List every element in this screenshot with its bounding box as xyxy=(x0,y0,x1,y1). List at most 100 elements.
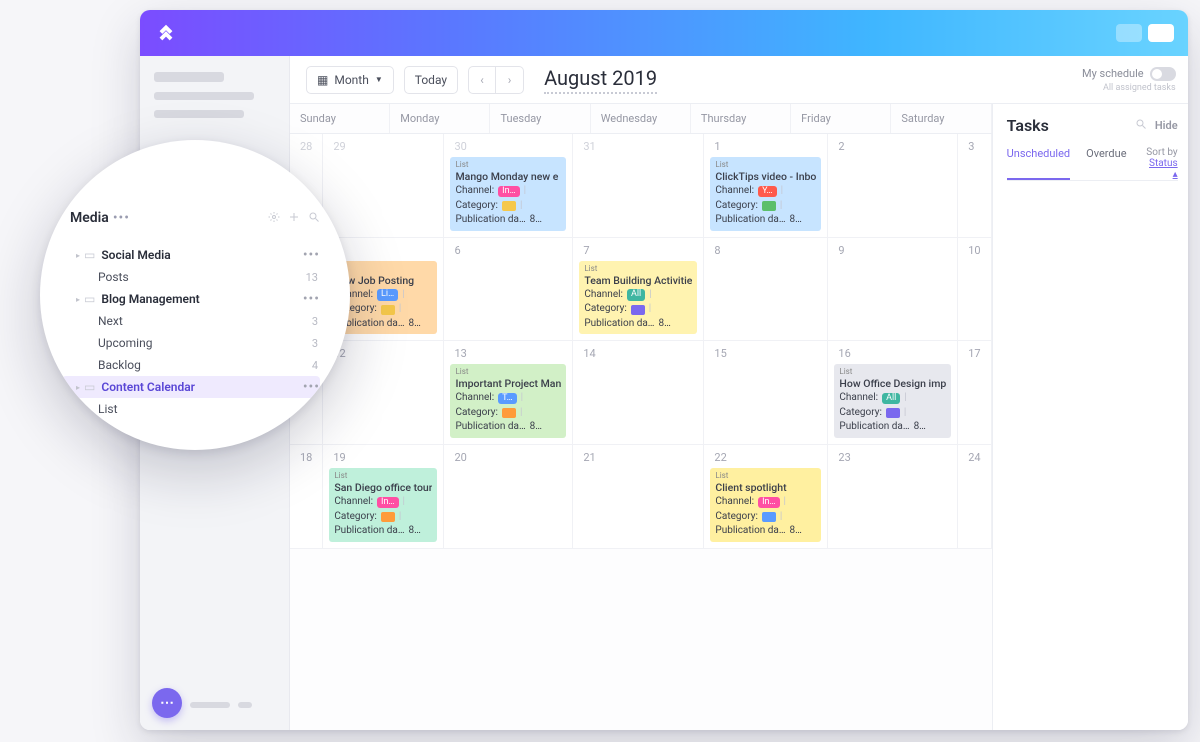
next-button[interactable]: › xyxy=(496,66,524,94)
calendar-cell[interactable]: 23 xyxy=(828,445,958,549)
calendar-cell[interactable]: 10 xyxy=(958,238,991,342)
calendar-icon: ▦ xyxy=(317,73,328,87)
calendar-body: 28 29 30ListMango Monday new eChannel:In…|… xyxy=(290,134,992,549)
event-category-chip xyxy=(762,201,776,211)
day-number: 22 xyxy=(708,449,823,466)
calendar-cell[interactable]: 6 xyxy=(444,238,573,342)
day-number: 14 xyxy=(577,345,699,362)
calendar-cell[interactable]: 24 xyxy=(958,445,991,549)
gear-icon[interactable] xyxy=(268,211,280,226)
calendar-cell[interactable]: 13ListImportant Project ManChannel:T…|Ca… xyxy=(444,341,573,445)
event-channel-chip: All xyxy=(882,393,900,404)
zoom-space-header: Media ••• xyxy=(70,210,320,226)
calendar-grid: SundayMondayTuesdayWednesdayThursdayFrid… xyxy=(290,104,992,730)
calendar-cell[interactable]: 2 xyxy=(828,134,958,238)
day-number: 10 xyxy=(962,242,986,259)
more-icon[interactable]: ••• xyxy=(303,291,320,307)
day-number: 29 xyxy=(327,138,439,155)
tab-unscheduled[interactable]: Unscheduled xyxy=(1007,147,1071,180)
view-switch-button[interactable]: ▦ Month ▼ xyxy=(306,66,394,94)
day-number: 7 xyxy=(577,242,699,259)
calendar-cell[interactable]: 18 xyxy=(290,445,323,549)
prev-button[interactable]: ‹ xyxy=(468,66,496,94)
calendar-cell[interactable]: 7 ListTeam Building ActivitieChannel:All|… xyxy=(573,238,704,342)
calendar-cell[interactable]: 30ListMango Monday new eChannel:In…|Cate… xyxy=(444,134,573,238)
calendar-event[interactable]: ListSan Diego office tourChannel:In…|Cat… xyxy=(329,468,437,542)
day-number: 8 xyxy=(708,242,823,259)
topbar-pill-1[interactable] xyxy=(1116,24,1142,42)
event-category-chip xyxy=(886,408,900,418)
tasks-hide-button[interactable]: Hide xyxy=(1155,119,1178,132)
tasks-heading: Tasks xyxy=(1007,116,1049,135)
event-channel-chip: All xyxy=(627,289,645,300)
calendar-event[interactable]: ListClient spotlightChannel:In…|Category… xyxy=(710,468,821,542)
calendar-event[interactable]: ListHow Office Design impChannel:All|Cat… xyxy=(834,364,951,438)
event-category-chip xyxy=(762,512,776,522)
day-number: 3 xyxy=(962,138,986,155)
event-channel-chip: Y… xyxy=(758,186,777,197)
event-channel-chip: T… xyxy=(498,393,516,404)
calendar-cell[interactable]: 21 xyxy=(573,445,704,549)
sidebar-item[interactable]: Next3 xyxy=(68,310,320,332)
tasks-sort[interactable]: Sort by Status ▴ xyxy=(1143,147,1178,180)
more-icon[interactable]: ••• xyxy=(113,210,130,226)
calendar-cell[interactable]: 17 xyxy=(958,341,991,445)
chevron-down-icon: ▼ xyxy=(375,75,383,84)
sidebar-item[interactable]: Upcoming3 xyxy=(68,332,320,354)
calendar-event[interactable]: ListTeam Building ActivitieChannel:All|C… xyxy=(579,261,697,335)
app-logo-icon xyxy=(154,21,178,45)
event-title: How Office Design imp xyxy=(839,377,946,390)
sidebar-item[interactable]: Backlog4 xyxy=(68,354,320,376)
event-channel-label: Channel: xyxy=(839,392,878,405)
event-list-tag: List xyxy=(455,367,561,377)
calendar-cell[interactable]: 1ListClickTips video - InboChannel:Y…|Ca… xyxy=(704,134,828,238)
day-number: 12 xyxy=(327,345,439,362)
calendar-cell[interactable]: 20 xyxy=(444,445,573,549)
calendar-cell[interactable]: 3 xyxy=(958,134,991,238)
more-icon[interactable]: ••• xyxy=(303,247,320,263)
dow-label: Thursday xyxy=(691,104,791,133)
sidebar-item-content-calendar[interactable]: ▸▭Content Calendar••• xyxy=(62,376,320,398)
chevron-right-icon: ▸ xyxy=(76,295,80,304)
nav-buttons: ‹ › xyxy=(468,66,524,94)
event-channel-label: Channel: xyxy=(715,185,754,198)
calendar-cell[interactable]: 14 xyxy=(573,341,704,445)
calendar-cell[interactable]: 15 xyxy=(704,341,828,445)
calendar-cell[interactable]: 22 ListClient spotlightChannel:In…|Catego… xyxy=(704,445,828,549)
search-icon[interactable] xyxy=(308,211,320,226)
calendar-cell[interactable]: 8 xyxy=(704,238,828,342)
sidebar-item[interactable]: ▸▭Blog Management••• xyxy=(68,288,320,310)
day-number: 31 xyxy=(577,138,699,155)
event-channel-label: Channel: xyxy=(455,392,494,405)
plus-icon[interactable] xyxy=(288,211,300,226)
calendar-cell[interactable]: 31 xyxy=(573,134,704,238)
more-icon[interactable]: ••• xyxy=(303,379,320,395)
dow-label: Sunday xyxy=(290,104,390,133)
sidebar-item[interactable]: Posts13 xyxy=(68,266,320,288)
my-schedule-toggle[interactable] xyxy=(1150,67,1176,81)
event-title: Mango Monday new e xyxy=(455,170,561,183)
chat-icon[interactable]: ⋯ xyxy=(152,688,182,718)
event-category-label: Category: xyxy=(715,511,757,524)
calendar-cell[interactable]: 16ListHow Office Design impChannel:All|C… xyxy=(828,341,958,445)
search-icon[interactable] xyxy=(1135,118,1147,133)
sidebar-zoom-overlay: Media ••• ▸▭Social Media•••Posts13 ▸ ▭ Blog… xyxy=(40,140,350,450)
tasks-heading-row: Tasks Hide xyxy=(1007,116,1178,135)
today-button[interactable]: Today xyxy=(404,66,458,94)
tab-overdue[interactable]: Overdue xyxy=(1086,147,1126,180)
event-list-tag: List xyxy=(715,471,816,481)
day-number: 6 xyxy=(448,242,568,259)
calendar-cell[interactable]: 9 xyxy=(828,238,958,342)
calendar-cell[interactable]: 12 xyxy=(323,341,444,445)
sidebar-item[interactable]: ▸▭Social Media••• xyxy=(68,244,320,266)
calendar-cell[interactable]: 29 xyxy=(323,134,444,238)
calendar-event[interactable]: ListClickTips video - InboChannel:Y…|Cat… xyxy=(710,157,821,231)
calendar-event[interactable]: ListImportant Project ManChannel:T…|Cate… xyxy=(450,364,566,438)
sidebar-item[interactable]: List8 xyxy=(68,398,320,420)
folder-icon: ▭ xyxy=(84,248,95,262)
calendar-event[interactable]: ListMango Monday new eChannel:In…|Catego… xyxy=(450,157,566,231)
topbar-pill-2[interactable] xyxy=(1148,24,1174,42)
sidebar-item-label: Blog Management xyxy=(101,292,199,306)
chat-trail xyxy=(190,702,252,708)
calendar-cell[interactable]: 19ListSan Diego office tourChannel:In…|C… xyxy=(323,445,444,549)
